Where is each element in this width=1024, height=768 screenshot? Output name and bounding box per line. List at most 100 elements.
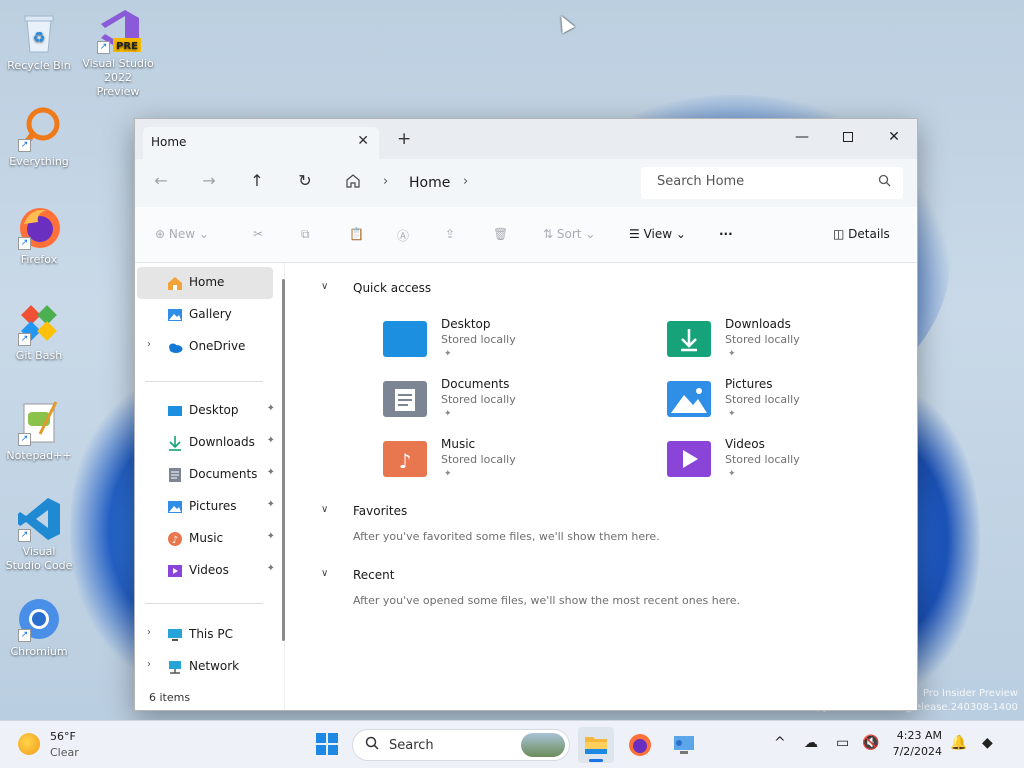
desktop-icon-label: Everything xyxy=(9,155,69,168)
sidebar-item-pictures[interactable]: Pictures ✦ xyxy=(137,491,275,523)
quick-access-item-documents[interactable]: Documents Stored locally ✦ xyxy=(383,377,623,433)
breadcrumb-separator[interactable]: › xyxy=(463,174,468,189)
music-icon: ♪ xyxy=(167,531,183,547)
sidebar-item-onedrive[interactable]: › OneDrive xyxy=(137,331,273,363)
refresh-button[interactable]: ↻ xyxy=(293,171,317,190)
sidebar-item-home[interactable]: Home xyxy=(137,267,273,299)
this-pc-icon xyxy=(167,627,183,643)
running-indicator xyxy=(589,759,603,762)
maximize-icon xyxy=(843,132,853,142)
pin-icon: ✦ xyxy=(444,469,452,479)
network-icon xyxy=(167,659,183,675)
chevron-right-icon[interactable]: › xyxy=(147,627,151,638)
quick-access-item-videos[interactable]: Videos Stored locally ✦ xyxy=(667,437,907,493)
search-box[interactable] xyxy=(641,167,903,199)
sidebar-scrollbar[interactable] xyxy=(282,279,285,641)
onedrive-offline-icon[interactable]: ☁ xyxy=(804,735,818,751)
new-tab-button[interactable]: + xyxy=(397,129,411,149)
title-bar[interactable]: Home ✕ + — ✕ xyxy=(135,119,917,159)
sidebar-item-label: Music xyxy=(189,531,224,545)
tray-overflow-chevron[interactable]: ^ xyxy=(774,735,786,751)
sort-button[interactable]: ⇅ Sort ⌄ xyxy=(543,227,595,241)
sidebar-item-gallery[interactable]: Gallery xyxy=(137,299,273,331)
quick-access-item-downloads[interactable]: Downloads Stored locally ✦ xyxy=(667,317,907,373)
visual-studio-icon: PRE ↗ xyxy=(95,8,141,54)
desktop-icon-git-bash[interactable]: ↗ Git Bash xyxy=(4,300,74,363)
item-name: Desktop xyxy=(441,317,491,331)
copy-icon[interactable]: ⧉ xyxy=(301,227,310,242)
view-button[interactable]: ☰ View ⌄ xyxy=(629,227,686,241)
pin-icon: ✦ xyxy=(444,349,452,359)
tab-close-icon[interactable]: ✕ xyxy=(357,133,369,149)
sidebar-item-documents[interactable]: Documents ✦ xyxy=(137,459,275,491)
new-button[interactable]: ⊕ New ⌄ xyxy=(155,227,209,241)
paste-icon[interactable]: 📋 xyxy=(349,227,364,241)
search-input[interactable] xyxy=(657,174,857,189)
sidebar-item-network[interactable]: › Network xyxy=(137,651,273,683)
tab-label: Home xyxy=(151,135,187,149)
network-icon[interactable]: ▭ xyxy=(836,735,849,751)
sidebar-item-this-pc[interactable]: › This PC xyxy=(137,619,273,651)
chevron-right-icon[interactable]: › xyxy=(147,659,151,670)
taskbar-search-label: Search xyxy=(389,738,434,753)
address-bar[interactable]: › Home › xyxy=(335,167,631,199)
more-options-button[interactable]: ··· xyxy=(719,227,733,241)
desktop-icon-visual-studio[interactable]: PRE ↗ Visual Studio 2022 Preview xyxy=(82,8,154,99)
item-location: Stored locally xyxy=(441,453,516,466)
taskbar-remote-app[interactable] xyxy=(666,727,702,763)
section-title: Quick access xyxy=(353,281,432,295)
sidebar-item-videos[interactable]: Videos ✦ xyxy=(137,555,275,587)
sidebar-item-label: Network xyxy=(189,659,240,673)
sidebar-item-downloads[interactable]: Downloads ✦ xyxy=(137,427,275,459)
sidebar-item-music[interactable]: ♪ Music ✦ xyxy=(137,523,275,555)
onedrive-icon xyxy=(167,339,183,355)
breadcrumb-home[interactable]: Home xyxy=(409,175,450,191)
taskbar-file-explorer[interactable] xyxy=(578,727,614,763)
downloads-folder-icon xyxy=(667,321,711,357)
copilot-icon[interactable]: ◆ xyxy=(982,735,993,751)
desktop-icon-notepadpp[interactable]: ↗ Notepad++ xyxy=(4,400,74,463)
taskbar-firefox[interactable] xyxy=(622,727,658,763)
sidebar-item-desktop[interactable]: Desktop ✦ xyxy=(137,395,275,427)
delete-icon[interactable]: 🗑 xyxy=(493,227,508,241)
sidebar-item-label: OneDrive xyxy=(189,339,246,353)
taskbar: 56°F Clear Search ^ ☁ ▭ 🔇 4:23 AM 7/2/20… xyxy=(0,720,1024,768)
tab-home[interactable]: Home ✕ xyxy=(143,127,379,159)
desktop-icon-label: Visual Studio Code xyxy=(5,545,73,572)
desktop-icon-everything[interactable]: ↗ Everything xyxy=(4,106,74,169)
desktop-icon-label: Visual Studio 2022 Preview xyxy=(82,57,154,98)
up-button[interactable]: ↑ xyxy=(245,171,269,190)
minimize-button[interactable]: — xyxy=(779,123,825,153)
quick-access-item-pictures[interactable]: Pictures Stored locally ✦ xyxy=(667,377,907,433)
cut-icon[interactable]: ✂ xyxy=(253,227,263,241)
shortcut-arrow-icon: ↗ xyxy=(18,629,31,642)
details-button[interactable]: ◫ Details xyxy=(833,227,890,241)
pin-icon: ✦ xyxy=(266,403,275,414)
pictures-icon xyxy=(167,499,183,515)
item-name: Documents xyxy=(441,377,510,391)
rename-icon[interactable]: Ⓐ xyxy=(397,227,409,244)
notification-bell-icon[interactable]: 🔔 xyxy=(950,735,967,751)
sidebar-divider xyxy=(145,381,263,382)
quick-access-item-desktop[interactable]: Desktop Stored locally ✦ xyxy=(383,317,623,373)
desktop-icon-firefox[interactable]: ↗ Firefox xyxy=(4,204,74,267)
desktop-icon-vscode[interactable]: ↗ Visual Studio Code xyxy=(4,496,74,573)
share-icon[interactable]: ⇪ xyxy=(445,227,455,241)
mouse-cursor-icon xyxy=(555,12,575,34)
chromium-icon: ↗ xyxy=(16,596,62,642)
forward-button[interactable]: → xyxy=(197,171,221,190)
maximize-button[interactable] xyxy=(825,123,871,153)
quick-access-item-music[interactable]: ♪ Music Stored locally ✦ xyxy=(383,437,623,493)
back-button[interactable]: ← xyxy=(149,171,173,190)
sidebar-item-label: Downloads xyxy=(189,435,255,449)
volume-muted-icon[interactable]: 🔇 xyxy=(862,735,879,751)
breadcrumb-separator[interactable]: › xyxy=(383,174,388,189)
favorites-empty-message: After you've favorited some files, we'll… xyxy=(353,530,660,543)
system-clock[interactable]: 4:23 AM 7/2/2024 xyxy=(886,728,942,760)
taskbar-search-box[interactable]: Search xyxy=(352,729,570,761)
desktop-icon-chromium[interactable]: ↗ Chromium xyxy=(4,596,74,659)
desktop-icon-recycle-bin[interactable]: ♻ Recycle Bin xyxy=(4,10,74,73)
chevron-right-icon[interactable]: › xyxy=(147,339,151,350)
close-window-button[interactable]: ✕ xyxy=(871,123,917,153)
start-button[interactable] xyxy=(316,733,338,755)
